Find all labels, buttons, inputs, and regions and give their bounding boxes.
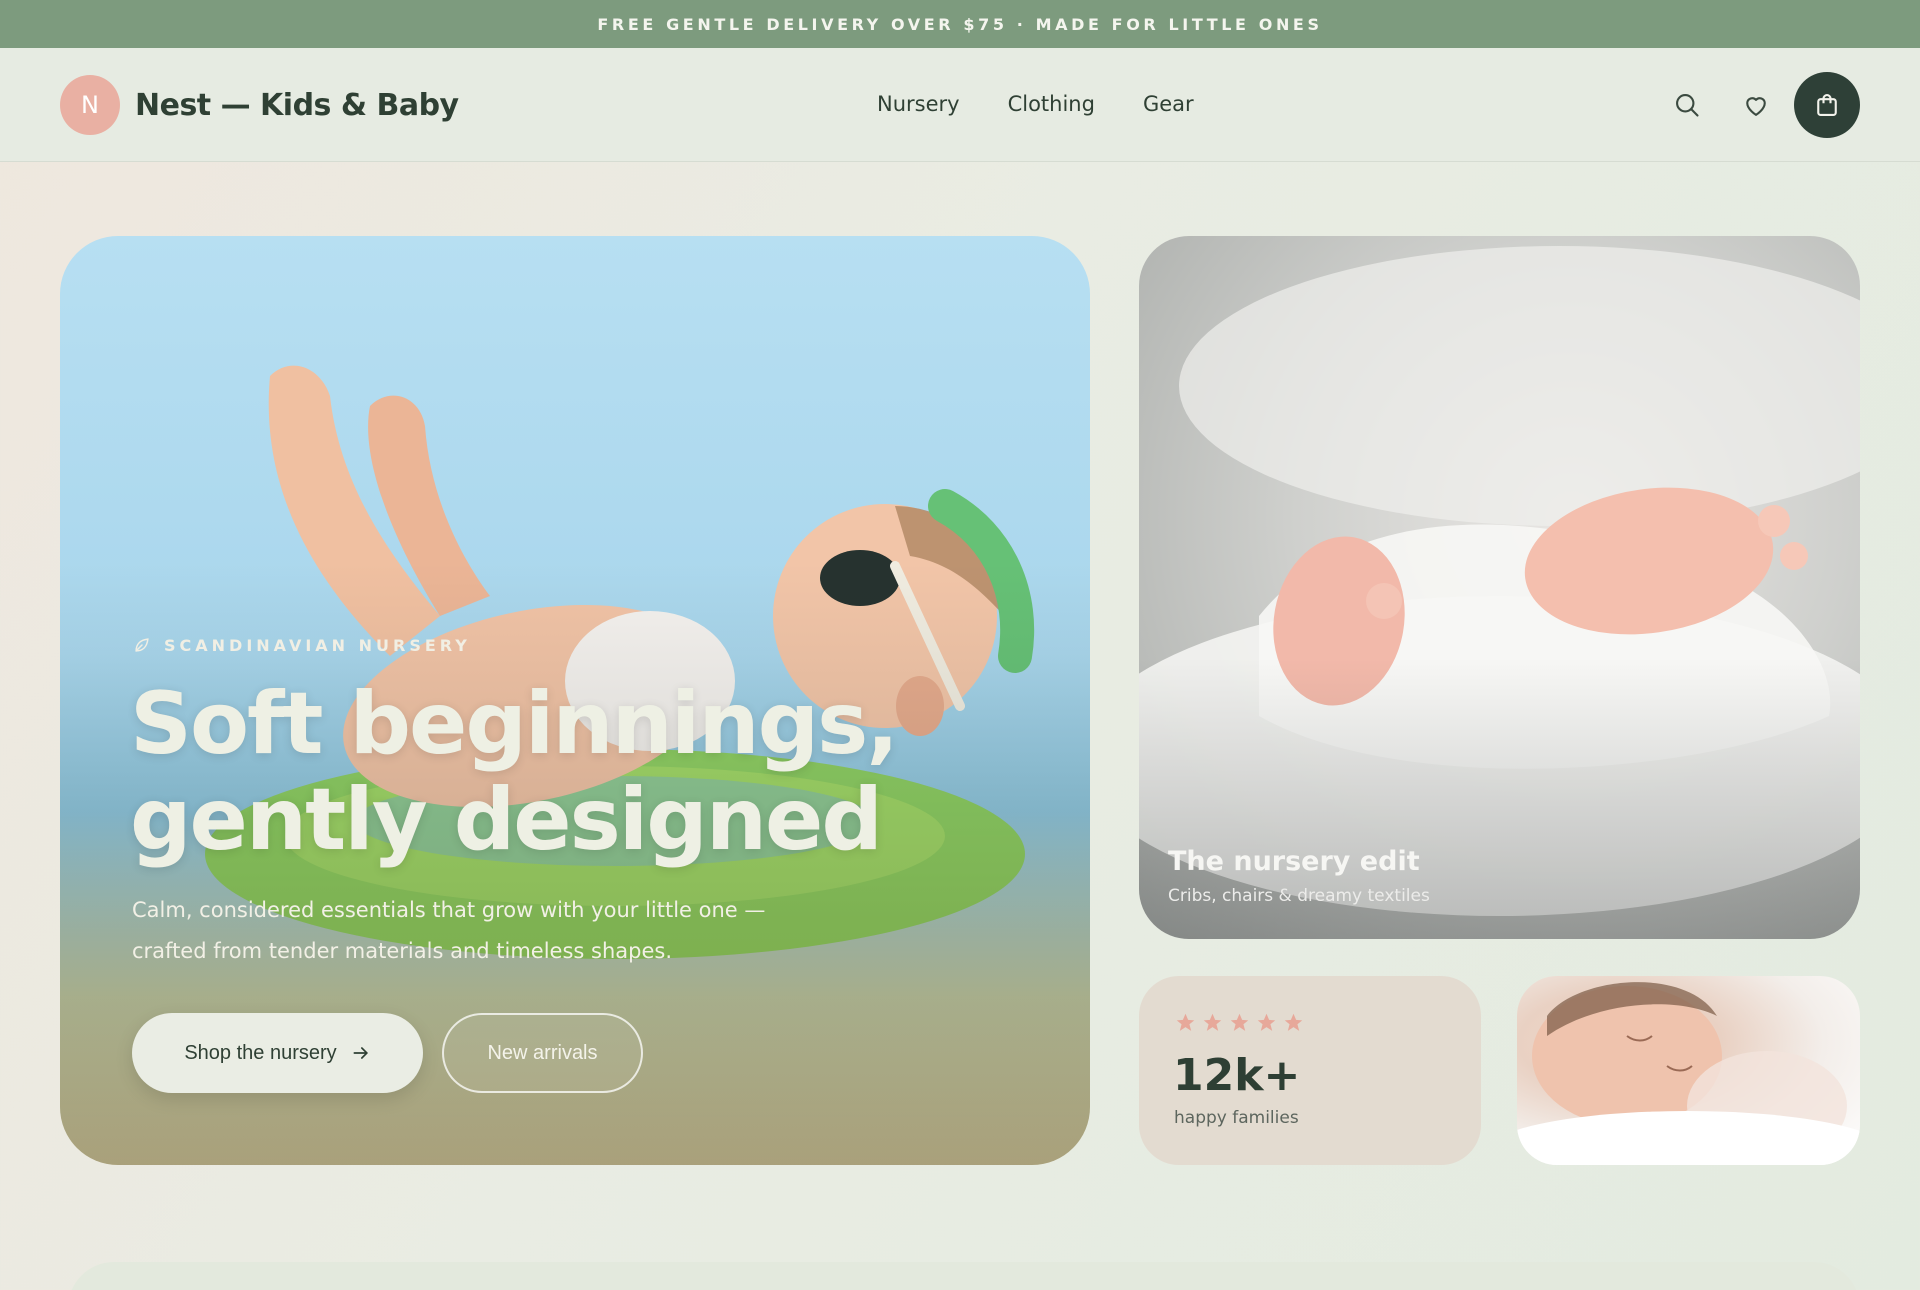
hero-subtitle-line-1: Calm, considered essentials that grow wi… bbox=[132, 898, 766, 922]
hero-banner: SCANDINAVIAN NURSERY Soft beginnings, ge… bbox=[60, 236, 1090, 1165]
arrow-right-icon bbox=[353, 1047, 368, 1059]
nav-item-clothing[interactable]: Clothing bbox=[1008, 88, 1095, 120]
star-icon bbox=[1176, 1013, 1195, 1031]
heart-icon bbox=[1746, 97, 1766, 116]
cart-button[interactable] bbox=[1794, 72, 1860, 138]
stat-label: happy families bbox=[1174, 1108, 1299, 1128]
eyebrow-text: SCANDINAVIAN NURSERY bbox=[164, 635, 471, 655]
nursery-edit-subtitle: Cribs, chairs & dreamy textiles bbox=[1168, 886, 1430, 906]
search-icon bbox=[1676, 94, 1699, 117]
hero-title-line-1: Soft beginnings, bbox=[130, 674, 899, 774]
nav-item-gear[interactable]: Gear bbox=[1143, 88, 1194, 120]
nursery-edit-overlay bbox=[1139, 236, 1860, 939]
happy-families-card: 12k+ happy families bbox=[1139, 976, 1481, 1165]
brand-name[interactable]: Nest — Kids & Baby bbox=[135, 82, 459, 128]
shop-nursery-label: Shop the nursery bbox=[184, 1041, 337, 1064]
next-section-top bbox=[68, 1262, 1860, 1290]
hero-subtitle-line-2: crafted from tender materials and timele… bbox=[132, 939, 672, 963]
star-icon bbox=[1284, 1013, 1303, 1031]
nursery-edit-title: The nursery edit bbox=[1168, 846, 1420, 877]
nursery-edit-card[interactable]: The nursery edit Cribs, chairs & dreamy … bbox=[1139, 236, 1860, 939]
hero-title: Soft beginnings, gently designed bbox=[130, 676, 930, 868]
sleeping-baby-photo bbox=[1517, 982, 1860, 1165]
shopping-bag-icon bbox=[1817, 94, 1837, 116]
sleeping-baby-card[interactable] bbox=[1517, 976, 1860, 1165]
hero-title-line-2: gently designed bbox=[130, 770, 883, 870]
new-arrivals-label: New arrivals bbox=[487, 1041, 598, 1064]
nav-item-nursery[interactable]: Nursery bbox=[877, 88, 960, 120]
wishlist-button[interactable] bbox=[1734, 83, 1778, 127]
shop-nursery-button[interactable]: Shop the nursery bbox=[132, 1013, 423, 1093]
new-arrivals-button[interactable]: New arrivals bbox=[442, 1013, 643, 1093]
logo-initial: N bbox=[81, 91, 99, 119]
hero-subtitle: Calm, considered essentials that grow wi… bbox=[132, 890, 832, 972]
announcement-text: FREE GENTLE DELIVERY OVER $75 · MADE FOR… bbox=[597, 14, 1323, 34]
rating-stars bbox=[1175, 1012, 1304, 1033]
star-icon bbox=[1257, 1013, 1276, 1031]
search-button[interactable] bbox=[1665, 83, 1709, 127]
stat-number: 12k+ bbox=[1173, 1050, 1301, 1101]
hero-eyebrow: SCANDINAVIAN NURSERY bbox=[132, 632, 471, 658]
star-icon bbox=[1203, 1013, 1222, 1031]
star-icon bbox=[1230, 1013, 1249, 1031]
announcement-bar: FREE GENTLE DELIVERY OVER $75 · MADE FOR… bbox=[0, 0, 1920, 48]
main-nav: Nursery Clothing Gear bbox=[877, 88, 1242, 120]
logo-badge[interactable]: N bbox=[60, 75, 120, 135]
leaf-icon bbox=[135, 638, 149, 652]
site-header: N Nest — Kids & Baby Nursery Clothing Ge… bbox=[0, 48, 1920, 162]
